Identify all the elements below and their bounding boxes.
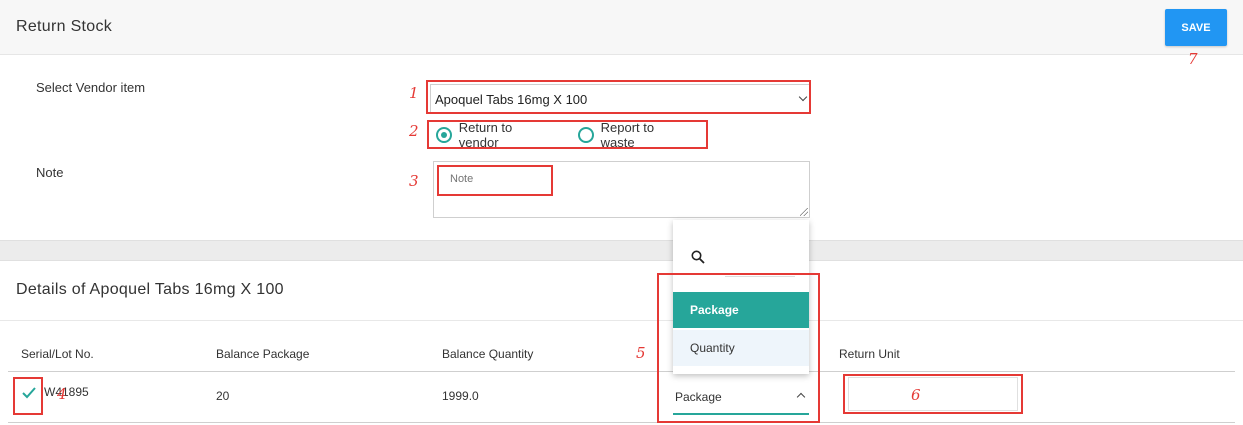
page-title: Return Stock	[16, 18, 113, 35]
return-type-radio-group: Return to vendor Report to waste	[430, 120, 708, 150]
page-header: Return Stock SAVE	[0, 0, 1243, 55]
return-to-vendor-label[interactable]: Return to vendor	[459, 120, 554, 150]
search-underline	[725, 276, 795, 277]
resize-grip-icon[interactable]	[800, 208, 808, 216]
serial-cell: W41895	[44, 385, 89, 399]
unit-select[interactable]: Package	[673, 384, 809, 415]
radio-selected-dot	[440, 132, 447, 138]
note-label: Note	[36, 165, 64, 180]
annotation-number: 3	[409, 172, 419, 190]
return-unit-input[interactable]	[848, 377, 1018, 411]
note-textarea[interactable]	[433, 161, 810, 218]
unit-dropdown-menu: Package Quantity	[673, 220, 809, 374]
vendor-item-label: Select Vendor item	[36, 80, 146, 95]
vendor-item-select[interactable]: Apoquel Tabs 16mg X 100	[430, 84, 811, 114]
return-to-vendor-radio[interactable]	[436, 127, 452, 143]
column-header-serial: Serial/Lot No.	[21, 347, 94, 361]
save-button[interactable]: SAVE	[1165, 9, 1227, 46]
section-separator	[0, 240, 1243, 261]
report-to-waste-radio[interactable]	[577, 127, 594, 143]
chevron-down-icon	[798, 92, 808, 102]
chevron-up-icon	[796, 392, 806, 402]
dropdown-search[interactable]	[673, 220, 809, 292]
dropdown-option-package[interactable]: Package	[673, 292, 809, 328]
divider	[8, 371, 1235, 372]
checkmark-icon[interactable]	[22, 383, 36, 401]
annotation-number: 2	[409, 122, 419, 140]
column-header-balance-quantity: Balance Quantity	[442, 347, 534, 361]
dropdown-option-quantity[interactable]: Quantity	[673, 330, 809, 366]
balance-package-cell: 20	[216, 389, 230, 403]
annotation-number: 1	[409, 84, 419, 102]
balance-quantity-cell: 1999.0	[442, 389, 479, 403]
search-icon	[691, 250, 705, 264]
divider	[8, 422, 1235, 423]
divider	[0, 320, 1243, 321]
report-to-waste-label[interactable]: Report to waste	[601, 120, 690, 150]
column-header-balance-package: Balance Package	[216, 347, 310, 361]
details-title: Details of Apoquel Tabs 16mg X 100	[16, 281, 284, 298]
annotation-number: 5	[636, 344, 646, 362]
vendor-item-value: Apoquel Tabs 16mg X 100	[435, 91, 588, 107]
column-header-return-unit: Return Unit	[839, 347, 900, 361]
unit-select-value: Package	[675, 390, 722, 404]
